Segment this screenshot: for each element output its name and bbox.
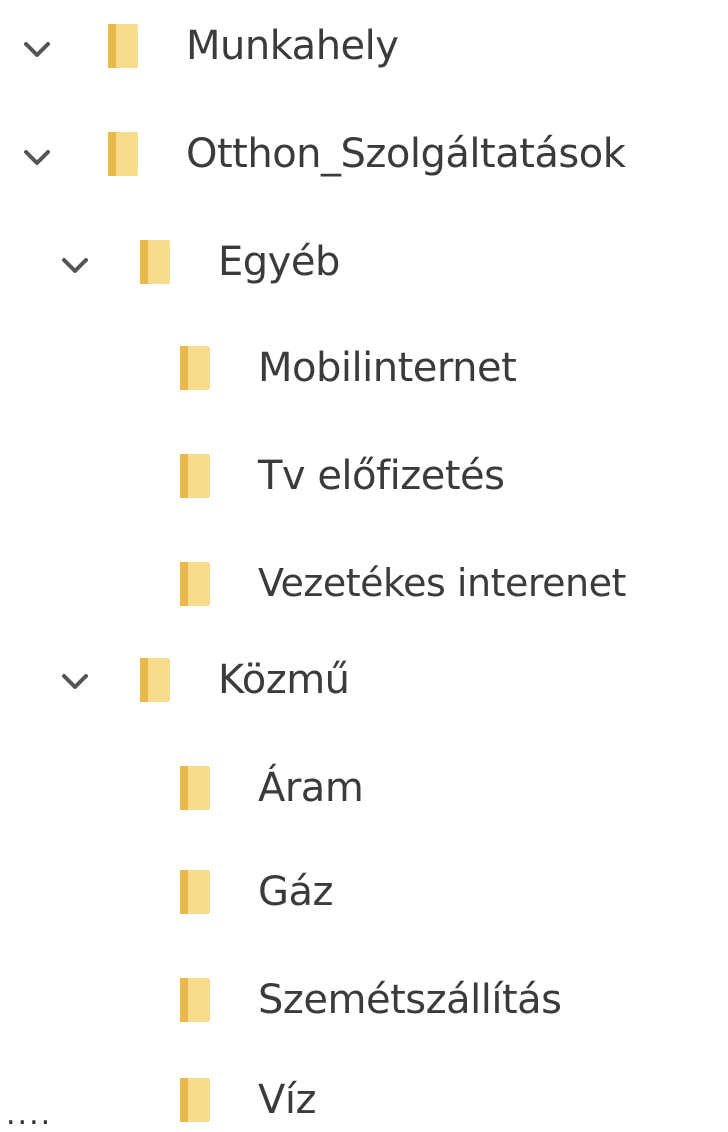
folder-icon — [140, 240, 170, 284]
tree-item-label: Egyéb — [218, 239, 340, 285]
tree-item-viz[interactable]: Víz — [0, 1060, 728, 1127]
chevron-down-icon[interactable] — [60, 670, 90, 694]
folder-icon — [140, 658, 170, 702]
folder-icon — [180, 346, 210, 390]
tree-item-otthon-szolgaltatasok[interactable]: Otthon_Szolgáltatások — [0, 108, 728, 208]
chevron-down-icon[interactable] — [60, 254, 90, 278]
tree-item-egyeb[interactable]: Egyéb — [0, 216, 728, 316]
tree-item-szemetszallitas[interactable]: Szemétszállítás — [0, 960, 728, 1060]
folder-icon — [180, 870, 210, 914]
tree-item-label: Vezetékes interenet — [258, 561, 626, 605]
folder-icon — [180, 978, 210, 1022]
folder-icon — [108, 132, 138, 176]
tree-item-label: Tv előfizetés — [258, 453, 505, 499]
chevron-down-icon[interactable] — [22, 38, 52, 62]
tree-item-label: Munkahely — [186, 23, 399, 69]
tree-item-label: Otthon_Szolgáltatások — [186, 131, 626, 177]
folder-icon — [180, 766, 210, 810]
tree-item-vezetekes-interenet[interactable]: Vezetékes interenet — [0, 540, 728, 640]
tree-item-label: Áram — [258, 765, 364, 811]
tree-item-aram[interactable]: Áram — [0, 752, 728, 852]
folder-icon — [180, 1078, 210, 1122]
folder-icon — [180, 562, 210, 606]
tree-item-gaz[interactable]: Gáz — [0, 860, 728, 960]
tree-item-label: Szemétszállítás — [258, 977, 562, 1023]
tree-item-label: Gáz — [258, 869, 334, 915]
ellipsis-indicator: .... — [6, 1097, 53, 1132]
tree-item-munkahely[interactable]: Munkahely — [0, 0, 728, 100]
tree-item-label: Mobilinternet — [258, 345, 517, 391]
tree-item-kozmu[interactable]: Közmű — [0, 648, 728, 748]
tree-item-tv-elofizetes[interactable]: Tv előfizetés — [0, 432, 728, 532]
tree-item-label: Víz — [258, 1077, 316, 1123]
folder-tree: Munkahely Otthon_Szolgáltatások Egyéb Mo… — [0, 0, 728, 1132]
tree-item-mobilinternet[interactable]: Mobilinternet — [0, 324, 728, 424]
folder-icon — [180, 454, 210, 498]
tree-item-label: Közmű — [218, 657, 350, 703]
folder-icon — [108, 24, 138, 68]
chevron-down-icon[interactable] — [22, 146, 52, 170]
